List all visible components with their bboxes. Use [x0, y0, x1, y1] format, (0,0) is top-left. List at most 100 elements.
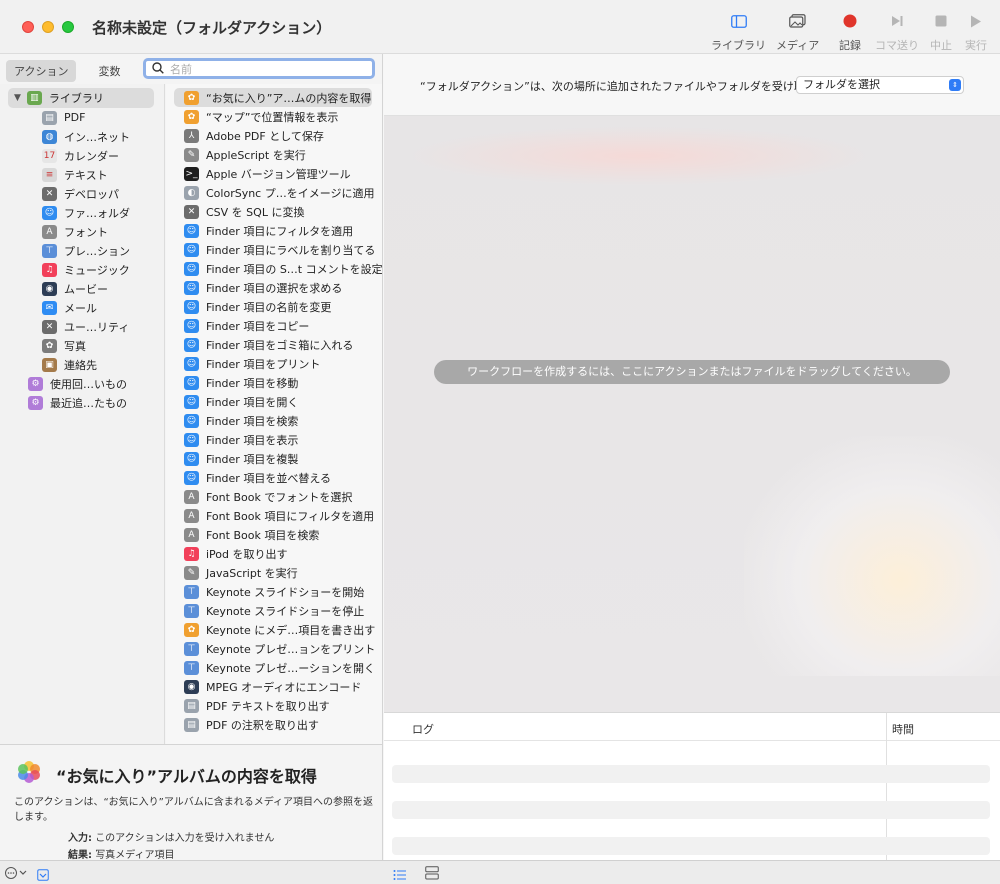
library-category-item[interactable]: ≡ テキスト [0, 165, 164, 184]
tab-variables[interactable]: 変数 [90, 60, 128, 82]
action-item[interactable]: ✎ JavaScript を実行 [166, 563, 382, 582]
action-item[interactable]: A Font Book 項目を検索 [166, 525, 382, 544]
action-item[interactable]: ☺ Finder 項目にラベルを割り当てる [166, 240, 382, 259]
smart-folder-item[interactable]: ⚙ 使用回…いもの [0, 374, 164, 393]
action-item[interactable]: ▤ PDF テキストを取り出す [166, 696, 382, 715]
library-category-item[interactable]: ♫ ミュージック [0, 260, 164, 279]
smart-folder-item[interactable]: ⚙ 最近追…たもの [0, 393, 164, 412]
script-icon: ✎ [184, 147, 199, 162]
library-category-item[interactable]: A フォント [0, 222, 164, 241]
font-icon: A [42, 224, 57, 239]
split-view-icon[interactable] [425, 865, 439, 884]
action-menu-icon[interactable] [4, 865, 30, 884]
action-item[interactable]: ☺ Finder 項目をプリント [166, 354, 382, 373]
action-item[interactable]: ◉ MPEG オーディオにエンコード [166, 677, 382, 696]
acrobat-icon: ⅄ [184, 128, 199, 143]
library-category-item[interactable]: ☺ ファ…ォルダ [0, 203, 164, 222]
action-item[interactable]: ☺ Finder 項目をゴミ箱に入れる [166, 335, 382, 354]
run-button[interactable]: 実行 [965, 10, 987, 53]
action-item[interactable]: ⊤ Keynote プレゼ…ーションを開く [166, 658, 382, 677]
keynote-icon: ⊤ [42, 243, 57, 258]
library-button[interactable]: ライブラリ [711, 10, 766, 53]
action-item[interactable]: ☺ Finder 項目を並べ替える [166, 468, 382, 487]
log-column-header[interactable]: ログ [412, 721, 434, 737]
action-item[interactable]: ☺ Finder 項目をコピー [166, 316, 382, 335]
font-icon: A [184, 527, 199, 542]
library-root[interactable]: ▼ ▥ ライブラリ [8, 88, 154, 108]
action-item[interactable]: ☺ Finder 項目を検索 [166, 411, 382, 430]
library-category-item[interactable]: 17 カレンダー [0, 146, 164, 165]
photo-icon [789, 10, 806, 32]
action-item[interactable]: ☺ Finder 項目にフィルタを適用 [166, 221, 382, 240]
action-item[interactable]: ⊤ Keynote プレゼ…ョンをプリント [166, 639, 382, 658]
description-toggle-icon[interactable] [37, 866, 49, 884]
library-category-item[interactable]: ▤ PDF [0, 108, 164, 127]
action-item[interactable]: ☺ Finder 項目の選択を求める [166, 278, 382, 297]
library-category-item[interactable]: ✉ メール [0, 298, 164, 317]
keynote-icon: ⊤ [184, 660, 199, 675]
action-item[interactable]: >_ Apple バージョン管理ツール [166, 164, 382, 183]
action-item[interactable]: ▤ PDF の注釈を取り出す [166, 715, 382, 734]
action-item[interactable]: ⅄ Adobe PDF として保存 [166, 126, 382, 145]
action-item[interactable]: ✎ AppleScript を実行 [166, 145, 382, 164]
search-field[interactable]: 名前 [143, 58, 375, 79]
record-button[interactable]: 記録 [839, 10, 861, 53]
media-button[interactable]: メディア [776, 10, 819, 53]
action-item[interactable]: A Font Book でフォントを選択 [166, 487, 382, 506]
search-input[interactable]: 名前 [170, 61, 192, 77]
action-item[interactable]: ♫ iPod を取り出す [166, 544, 382, 563]
workflow-drop-area[interactable]: ワークフローを作成するには、ここにアクションまたはファイルをドラッグしてください… [384, 116, 1000, 712]
library-category-item[interactable]: ⊤ プレ…ション [0, 241, 164, 260]
action-item[interactable]: ✿ “マップ”で位置情報を表示 [166, 107, 382, 126]
folder-select[interactable]: フォルダを選択 ⇕ [796, 76, 964, 94]
library-category-item[interactable]: ▣ 連絡先 [0, 355, 164, 374]
finder-icon: ☺ [184, 299, 199, 314]
library-category-item[interactable]: ◉ ムービー [0, 279, 164, 298]
step-button[interactable]: コマ送り [875, 10, 919, 53]
library-root-label: ライブラリ [48, 92, 104, 105]
zoom-button[interactable] [62, 21, 74, 33]
action-item-label: PDF の注釈を取り出す [206, 718, 319, 732]
library-category-item[interactable]: ✿ 写真 [0, 336, 164, 355]
action-item[interactable]: ☺ Finder 項目を複製 [166, 449, 382, 468]
library-button-label: ライブラリ [711, 39, 766, 52]
library-category-item[interactable]: ✕ デベロッパ [0, 184, 164, 203]
action-item-label: Adobe PDF として保存 [206, 129, 324, 143]
action-item-label: Finder 項目を表示 [206, 433, 299, 447]
action-item[interactable]: A Font Book 項目にフィルタを適用 [166, 506, 382, 525]
action-item[interactable]: ⊤ Keynote スライドショーを停止 [166, 601, 382, 620]
script-icon: ✎ [184, 565, 199, 580]
action-item[interactable]: ✿ “お気に入り”ア…ムの内容を取得 [174, 88, 372, 107]
action-item[interactable]: ☺ Finder 項目の S…t コメントを設定 [166, 259, 382, 278]
library-icon: ▥ [26, 91, 42, 105]
action-item[interactable]: ☺ Finder 項目を開く [166, 392, 382, 411]
smart-folder-item-label: 最近追…たもの [50, 396, 127, 410]
action-item[interactable]: ☺ Finder 項目を表示 [166, 430, 382, 449]
time-column-header[interactable]: 時間 [892, 721, 914, 737]
close-button[interactable] [22, 21, 34, 33]
action-item[interactable]: ✕ CSV を SQL に変換 [166, 202, 382, 221]
action-item-label: Apple バージョン管理ツール [206, 167, 351, 181]
action-item[interactable]: ☺ Finder 項目の名前を変更 [166, 297, 382, 316]
finder-icon: ☺ [184, 223, 199, 238]
action-item-label: Finder 項目にラベルを割り当てる [206, 243, 376, 257]
action-item[interactable]: ✿ Keynote にメデ…項目を書き出す [166, 620, 382, 639]
window-title: 名称未設定（フォルダアクション） [92, 19, 332, 37]
library-category-item[interactable]: ◍ イン…ネット [0, 127, 164, 146]
action-item[interactable]: ☺ Finder 項目を移動 [166, 373, 382, 392]
colorsync-icon: ◐ [184, 185, 199, 200]
action-item[interactable]: ◐ ColorSync プ…をイメージに適用 [166, 183, 382, 202]
minimize-button[interactable] [42, 21, 54, 33]
action-item[interactable]: ⊤ Keynote スライドショーを開始 [166, 582, 382, 601]
action-item-label: Finder 項目を複製 [206, 452, 299, 466]
list-view-icon[interactable] [393, 866, 407, 884]
tab-actions[interactable]: アクション [6, 60, 77, 82]
library-category-item-label: 写真 [64, 339, 86, 353]
library-category-item[interactable]: ✕ ユー…リティ [0, 317, 164, 336]
updown-icon: ⇕ [949, 79, 961, 91]
stop-button[interactable]: 中止 [930, 10, 952, 53]
library-tabs: アクション 変数 [6, 60, 128, 82]
action-item-label: “マップ”で位置情報を表示 [206, 110, 339, 124]
bottom-bar [0, 860, 1000, 884]
action-item-label: Font Book でフォントを選択 [206, 490, 353, 504]
